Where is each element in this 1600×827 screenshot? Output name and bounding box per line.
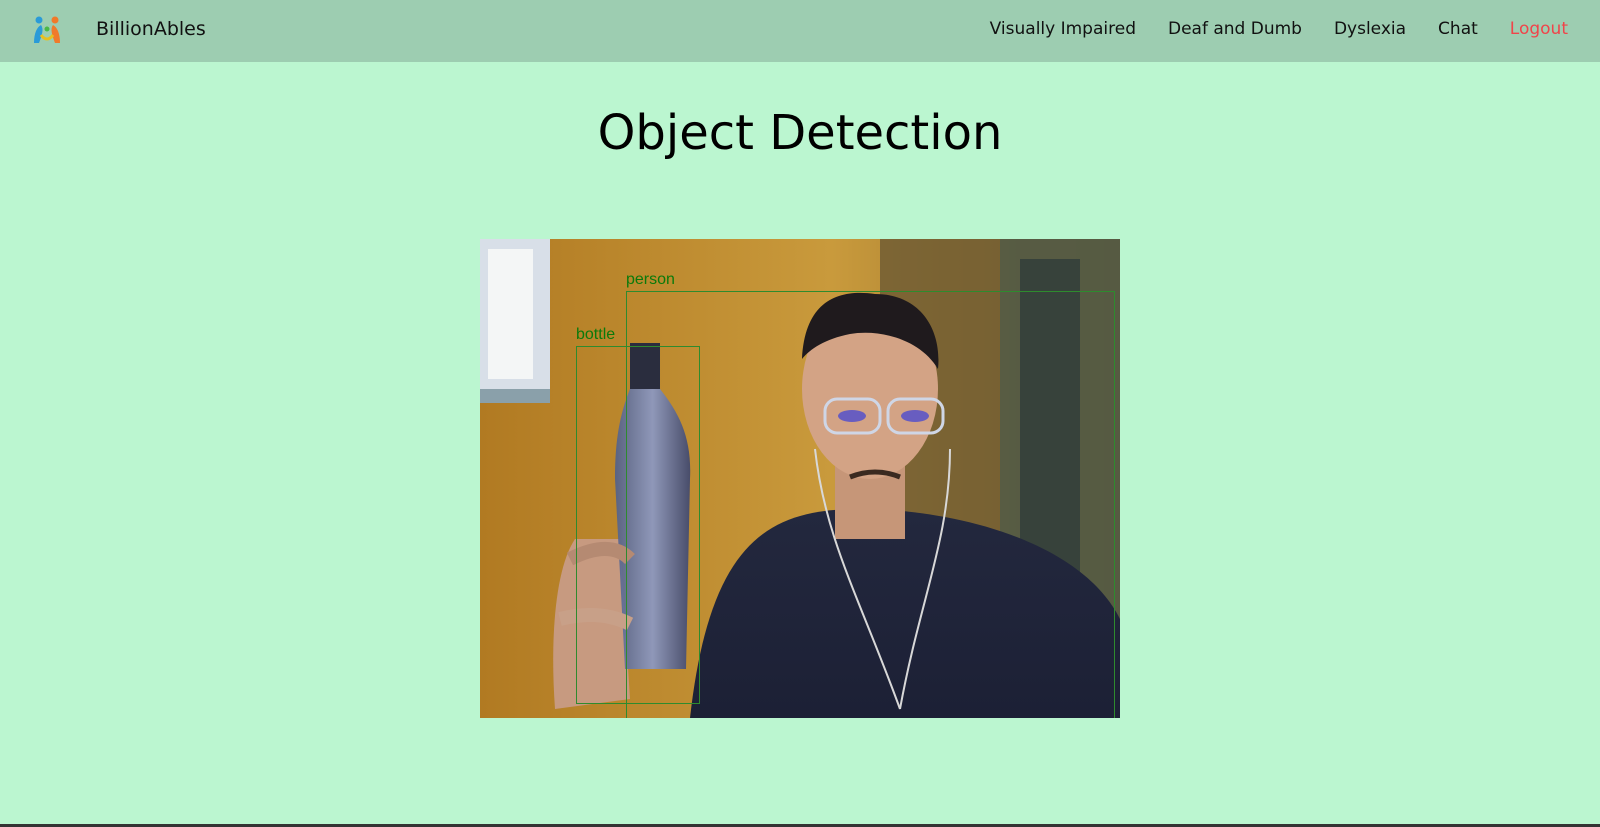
nav-chat[interactable]: Chat — [1438, 19, 1478, 39]
nav-links: Visually Impaired Deaf and Dumb Dyslexia… — [990, 19, 1568, 39]
page-title: Object Detection — [597, 105, 1003, 161]
detection-label-bottle: bottle — [576, 326, 616, 343]
nav-logout[interactable]: Logout — [1510, 19, 1568, 39]
nav-visually-impaired[interactable]: Visually Impaired — [990, 19, 1136, 39]
navbar: BillionAbles Visually Impaired Deaf and … — [0, 0, 1600, 62]
detection-box-bottle — [576, 346, 700, 704]
nav-dyslexia[interactable]: Dyslexia — [1334, 19, 1406, 39]
brand-name[interactable]: BillionAbles — [96, 18, 206, 40]
camera-feed: person bottle — [480, 239, 1120, 718]
billionables-logo-icon[interactable] — [30, 13, 64, 47]
detection-label-person: person — [626, 271, 675, 288]
nav-deaf-and-dumb[interactable]: Deaf and Dumb — [1168, 19, 1302, 39]
